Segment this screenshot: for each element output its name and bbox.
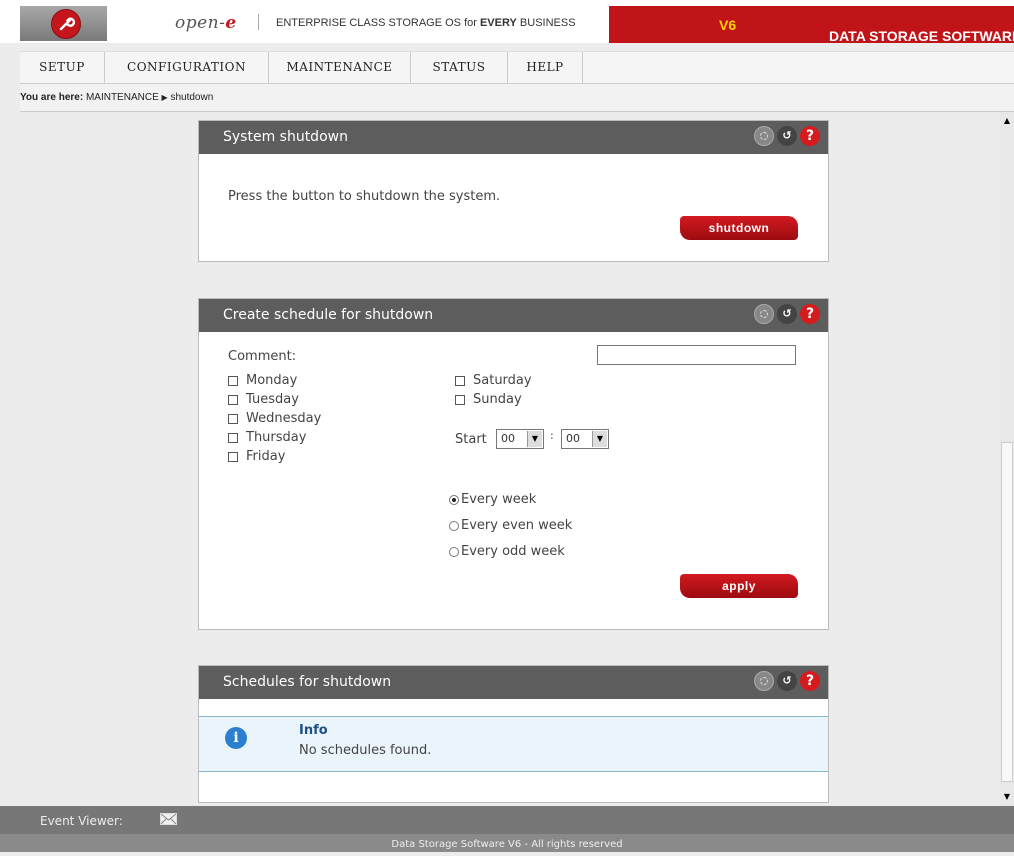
apply-button[interactable]: apply <box>680 574 798 598</box>
breadcrumb: You are here: MAINTENANCE ▶ shutdown <box>20 84 1014 112</box>
label-tuesday: Tuesday <box>246 392 299 407</box>
info-icon: i <box>225 727 247 749</box>
schedules-list-panel: Schedules for shutdown ↺? i Info No sche… <box>198 665 829 803</box>
menu-maintenance[interactable]: MAINTENANCE <box>269 52 411 83</box>
logo-area[interactable] <box>20 6 107 41</box>
scrollbar-thumb[interactable] <box>1001 442 1013 782</box>
menu-help[interactable]: HELP <box>508 52 583 83</box>
menu-setup[interactable]: SETUP <box>20 52 105 83</box>
brand-logo: open-e <box>175 13 237 33</box>
label-every-week: Every week <box>461 492 537 507</box>
event-bar: Event Viewer: <box>0 806 1014 834</box>
system-shutdown-panel: System shutdown ↺? Press the button to s… <box>198 120 829 262</box>
help-icon[interactable]: ? <box>800 671 820 691</box>
minute-select[interactable]: 00 ▼ <box>561 429 609 449</box>
chevron-down-icon: ▼ <box>592 431 607 447</box>
panel-title: Create schedule for shutdown <box>223 307 434 323</box>
help-icon[interactable]: ? <box>800 126 820 146</box>
comment-label: Comment: <box>228 349 297 364</box>
hour-select[interactable]: 00 ▼ <box>496 429 544 449</box>
label-thursday: Thursday <box>246 430 307 445</box>
checkbox-friday[interactable] <box>228 452 238 462</box>
info-title: Info <box>299 723 328 738</box>
envelope-icon[interactable] <box>160 813 177 825</box>
panel-header: System shutdown ↺? <box>199 121 828 154</box>
panel-title: Schedules for shutdown <box>223 674 392 690</box>
breadcrumb-arrow-icon: ▶ <box>161 93 168 102</box>
refresh-icon[interactable]: ↺ <box>777 671 797 691</box>
breadcrumb-prefix: You are here: <box>20 92 84 103</box>
label-sunday: Sunday <box>473 392 522 407</box>
label-monday: Monday <box>246 373 298 388</box>
panel-header: Schedules for shutdown ↺? <box>199 666 828 699</box>
comment-input[interactable] <box>597 345 796 365</box>
shutdown-button[interactable]: shutdown <box>680 216 798 240</box>
panel-icons: ↺? <box>751 126 820 148</box>
event-viewer-label: Event Viewer: <box>40 814 123 828</box>
main-menu: SETUP CONFIGURATION MAINTENANCE STATUS H… <box>20 51 1014 84</box>
scroll-up-icon[interactable]: ▲ <box>1002 116 1012 126</box>
brand-divider <box>258 14 259 30</box>
checkbox-monday[interactable] <box>228 376 238 386</box>
main-content: System shutdown ↺? Press the button to s… <box>20 112 1000 806</box>
info-message: i Info No schedules found. <box>199 716 828 772</box>
menu-status[interactable]: STATUS <box>411 52 508 83</box>
top-banner: open-e ENTERPRISE CLASS STORAGE OS for E… <box>0 0 1014 44</box>
radio-every-odd-week[interactable] <box>449 547 459 557</box>
checkbox-wednesday[interactable] <box>228 414 238 424</box>
refresh-icon[interactable]: ↺ <box>777 126 797 146</box>
wrench-icon <box>51 9 81 39</box>
radio-every-week[interactable] <box>449 495 459 505</box>
checkbox-thursday[interactable] <box>228 433 238 443</box>
panel-icons: ↺? <box>751 304 820 326</box>
breadcrumb-section[interactable]: MAINTENANCE <box>86 92 159 103</box>
tagline: ENTERPRISE CLASS STORAGE OS for EVERY BU… <box>276 17 576 29</box>
breadcrumb-page: shutdown <box>170 92 214 103</box>
vertical-scrollbar[interactable]: ▲ ▼ <box>1000 112 1014 806</box>
checkbox-sunday[interactable] <box>455 395 465 405</box>
radio-every-even-week[interactable] <box>449 521 459 531</box>
label-wednesday: Wednesday <box>246 411 322 426</box>
label-every-even-week: Every even week <box>461 518 573 533</box>
time-separator: : <box>550 429 554 442</box>
help-icon[interactable]: ? <box>800 304 820 324</box>
product-banner: DATA STORAGE SOFTWARE V6 <box>609 6 1014 44</box>
chevron-down-icon: ▼ <box>527 431 542 447</box>
settings-icon[interactable] <box>754 671 774 691</box>
panel-title: System shutdown <box>223 129 348 145</box>
panel-icons: ↺? <box>751 671 820 693</box>
scroll-down-icon[interactable]: ▼ <box>1002 792 1012 802</box>
refresh-icon[interactable]: ↺ <box>777 304 797 324</box>
settings-icon[interactable] <box>754 304 774 324</box>
info-text: No schedules found. <box>299 743 432 758</box>
settings-icon[interactable] <box>754 126 774 146</box>
label-saturday: Saturday <box>473 373 532 388</box>
create-schedule-panel: Create schedule for shutdown ↺? Comment:… <box>198 298 829 630</box>
start-label: Start <box>455 432 487 447</box>
shutdown-description: Press the button to shutdown the system. <box>228 189 501 204</box>
checkbox-tuesday[interactable] <box>228 395 238 405</box>
copyright-footer: Data Storage Software V6 - All rights re… <box>0 834 1014 852</box>
checkbox-saturday[interactable] <box>455 376 465 386</box>
label-friday: Friday <box>246 449 286 464</box>
panel-header: Create schedule for shutdown ↺? <box>199 299 828 332</box>
label-every-odd-week: Every odd week <box>461 544 565 559</box>
menu-configuration[interactable]: CONFIGURATION <box>105 52 269 83</box>
